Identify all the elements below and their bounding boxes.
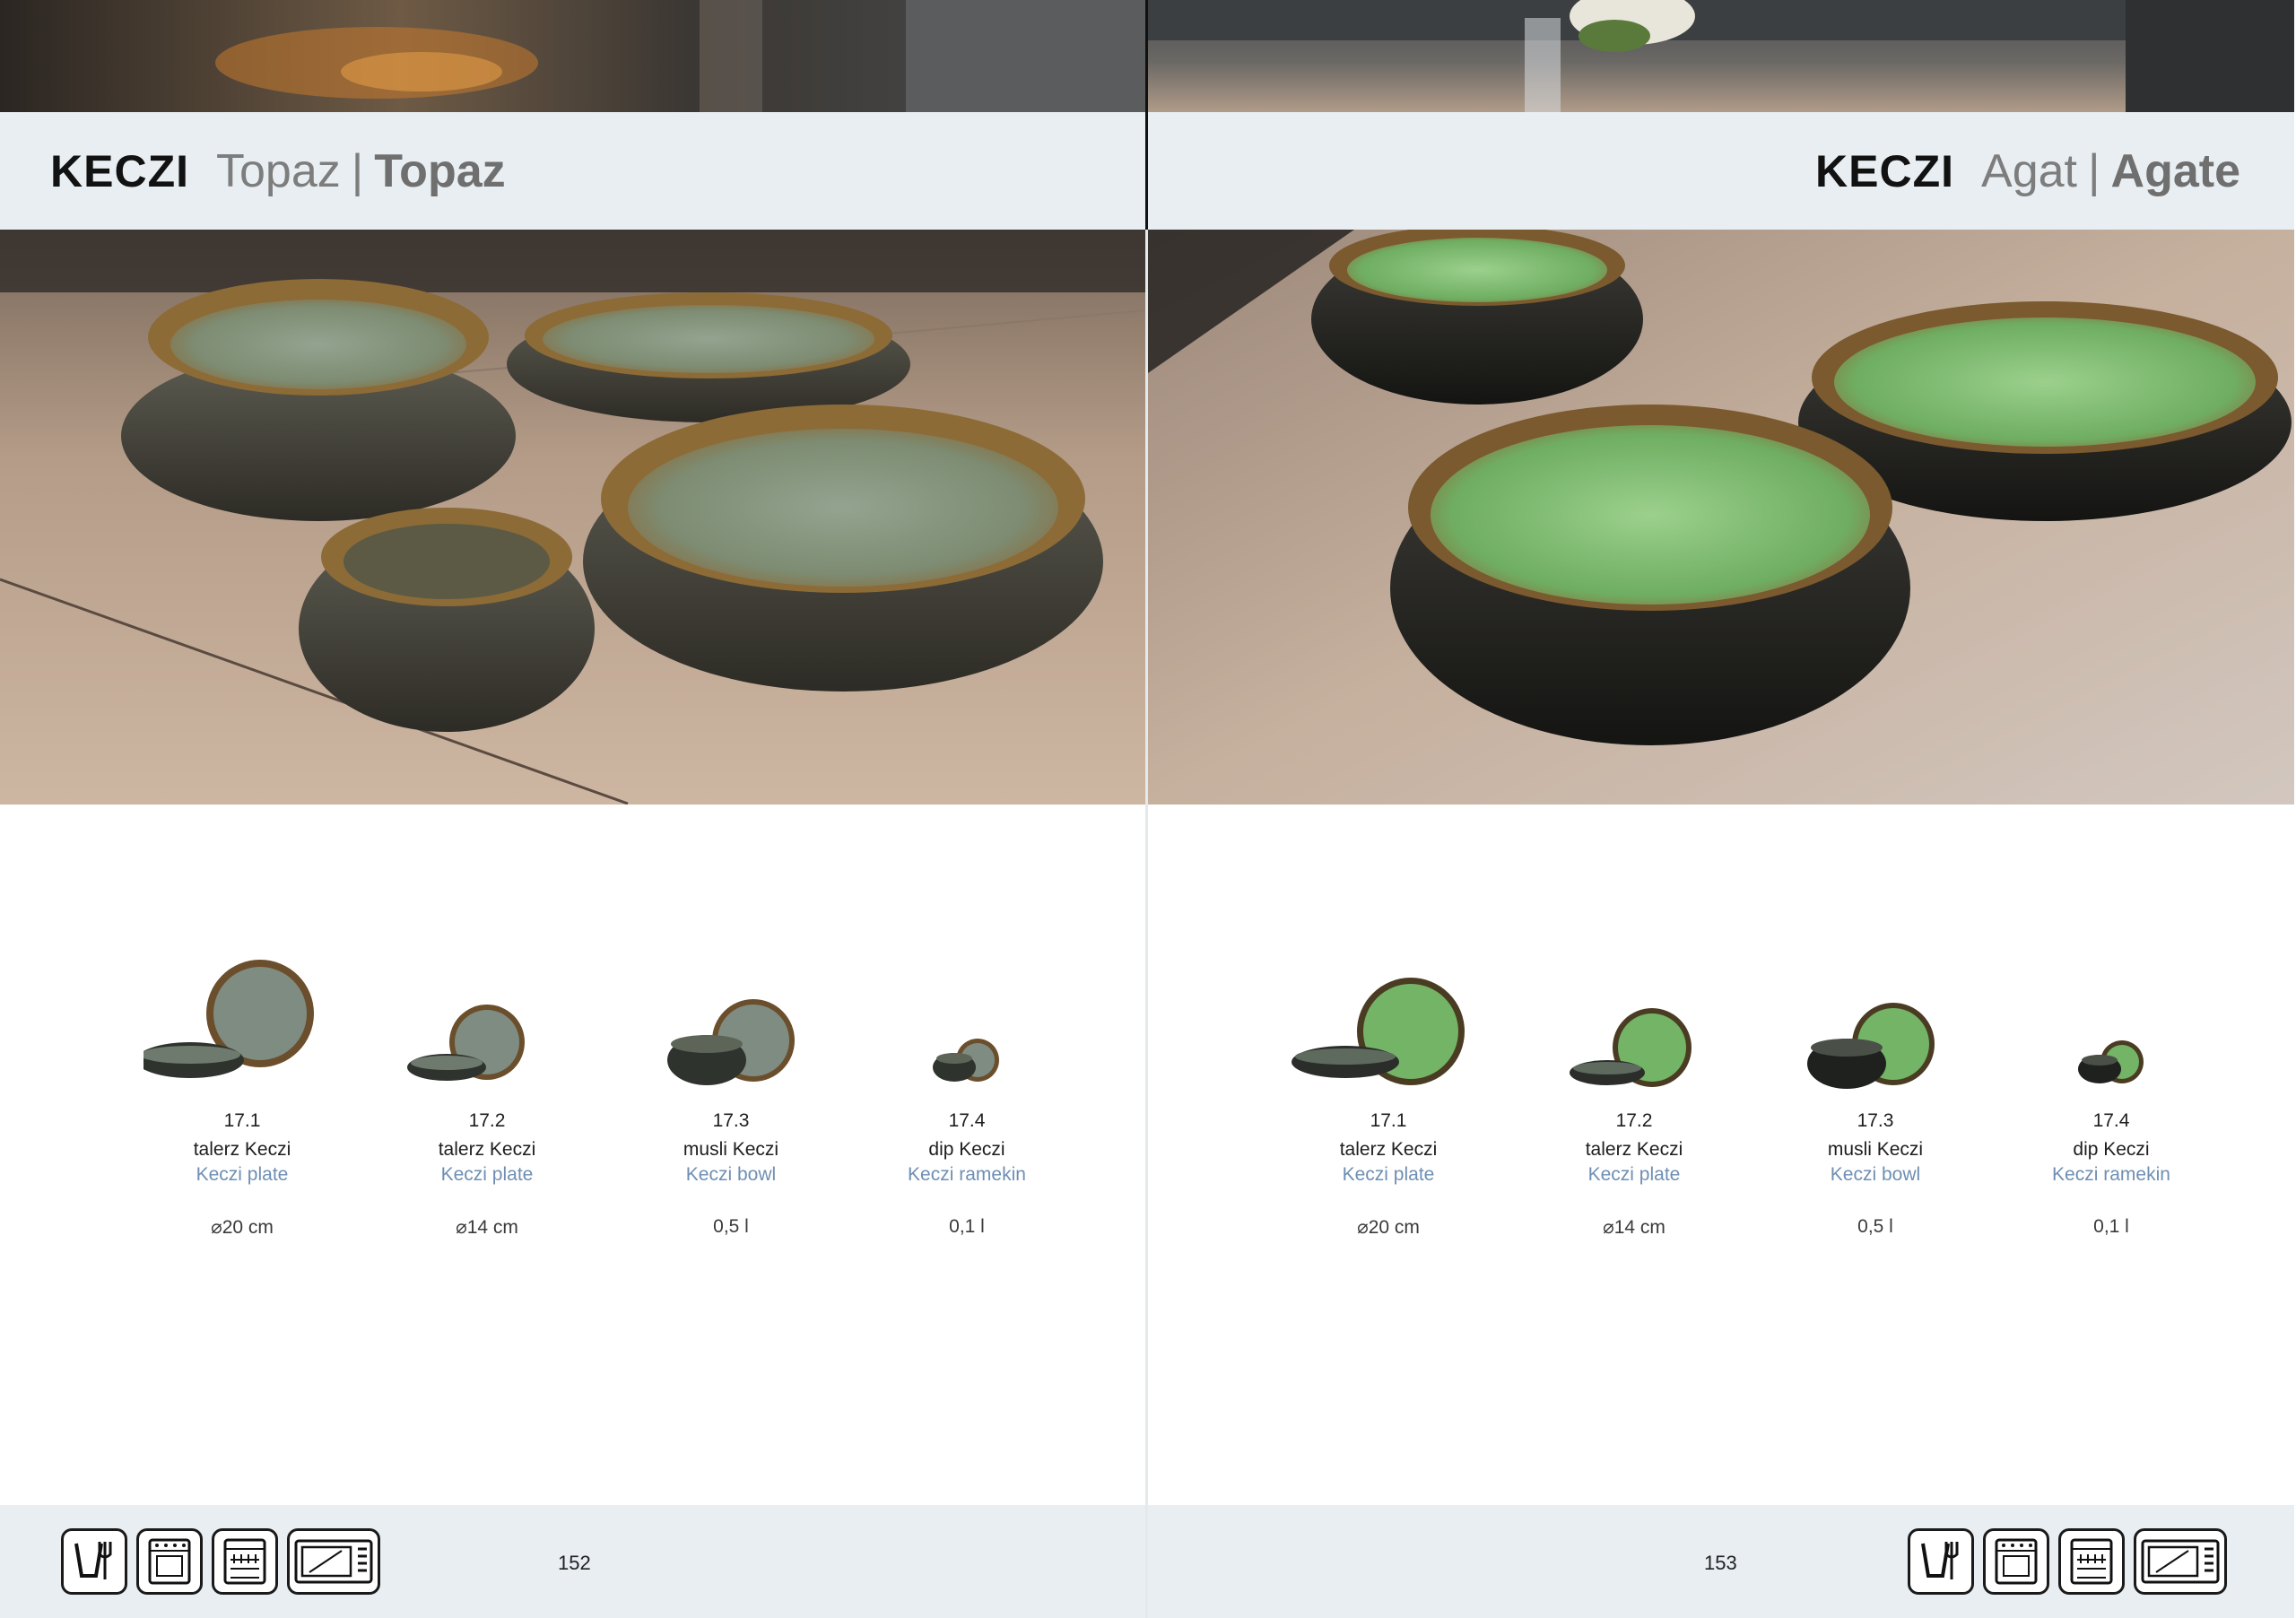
- product-photo-topaz: [0, 230, 1146, 805]
- product-code: 17.2: [1615, 1110, 1653, 1131]
- page-number: 153: [1704, 1552, 1737, 1574]
- microwave-icon: [2134, 1528, 2227, 1595]
- product-name-pl: dip Keczi: [2073, 1139, 2150, 1160]
- product-card[interactable]: 17.3 musli Keczi Keczi bowl 0,5 l: [1777, 951, 1974, 1238]
- product-name-en: Keczi ramekin: [908, 1164, 1026, 1185]
- oven-icon: [136, 1528, 203, 1595]
- color-name-en: Topaz: [374, 144, 506, 197]
- color-name-pl: Topaz: [216, 144, 341, 197]
- product-size: 0,5 l: [1857, 1216, 1893, 1237]
- page-footer: 153: [1148, 1505, 2294, 1618]
- product-name-en: Keczi bowl: [1830, 1164, 1921, 1185]
- brand-name: KECZI: [1815, 145, 1955, 196]
- product-size: ⌀20 cm: [1357, 1217, 1420, 1238]
- product-code: 17.3: [712, 1110, 750, 1131]
- product-name-pl: talerz Keczi: [193, 1139, 291, 1160]
- product-card[interactable]: 17.1 talerz Keczi Keczi plate ⌀20 cm: [136, 951, 341, 1239]
- microwave-icon: [287, 1528, 380, 1595]
- product-code: 17.2: [468, 1110, 506, 1131]
- product-card[interactable]: 17.4 dip Keczi Keczi ramekin 0,1 l: [868, 951, 1065, 1238]
- product-thumbnail: [136, 951, 341, 1103]
- product-photo-agate: [1148, 230, 2294, 805]
- dishwasher-icon: [212, 1528, 278, 1595]
- catalog-page-right: KECZI Agat | Agate 17.1 talerz Keczi Kec…: [1148, 0, 2294, 1618]
- food-safe-icon: [61, 1528, 127, 1595]
- color-name-pl: Agat: [1981, 144, 2077, 197]
- brand-name: KECZI: [50, 145, 189, 196]
- product-list: 17.1 talerz Keczi Keczi plate ⌀20 cm 17.…: [1148, 951, 2294, 1274]
- product-thumbnail: [1290, 951, 1487, 1103]
- product-name-en: Keczi plate: [440, 1164, 534, 1185]
- collection-title: KECZI Topaz | Topaz: [0, 112, 1146, 230]
- header-photo: [1148, 0, 2294, 112]
- product-name-en: Keczi bowl: [685, 1164, 777, 1185]
- product-thumbnail: [632, 951, 830, 1103]
- product-thumbnail: [1535, 951, 1733, 1103]
- product-name-pl: talerz Keczi: [1585, 1139, 1683, 1160]
- product-card[interactable]: 17.1 talerz Keczi Keczi plate ⌀20 cm: [1290, 951, 1487, 1239]
- product-card[interactable]: 17.3 musli Keczi Keczi bowl 0,5 l: [632, 951, 830, 1238]
- product-code: 17.1: [1370, 1110, 1407, 1131]
- page-footer: 152: [0, 1505, 1146, 1618]
- product-name-pl: talerz Keczi: [1339, 1139, 1438, 1160]
- title-separator: |: [2088, 144, 2100, 197]
- food-safe-icon: [1908, 1528, 1974, 1595]
- collection-title: KECZI Agat | Agate: [1148, 112, 2294, 230]
- product-code: 17.3: [1857, 1110, 1894, 1131]
- product-name-pl: musli Keczi: [683, 1139, 779, 1160]
- product-name-pl: musli Keczi: [1827, 1139, 1924, 1160]
- care-icons: [1908, 1528, 2227, 1595]
- product-name-en: Keczi plate: [196, 1164, 289, 1185]
- product-name-en: Keczi plate: [1587, 1164, 1681, 1185]
- product-thumbnail: [1777, 951, 1974, 1103]
- product-size: ⌀14 cm: [1603, 1217, 1665, 1238]
- oven-icon: [1983, 1528, 2049, 1595]
- product-name-en: Keczi plate: [1342, 1164, 1435, 1185]
- product-size: 0,5 l: [713, 1216, 749, 1237]
- product-thumbnail: [868, 951, 1065, 1103]
- product-size: 0,1 l: [2093, 1216, 2129, 1237]
- product-size: ⌀20 cm: [211, 1217, 274, 1238]
- product-code: 17.4: [2092, 1110, 2130, 1131]
- product-code: 17.1: [223, 1110, 261, 1131]
- product-thumbnail: [2013, 951, 2210, 1103]
- header-photo: [0, 0, 1146, 112]
- product-card[interactable]: 17.2 talerz Keczi Keczi plate ⌀14 cm: [388, 951, 586, 1239]
- color-name-en: Agate: [2110, 144, 2240, 197]
- product-name-pl: dip Keczi: [928, 1139, 1005, 1160]
- title-separator: |: [351, 144, 364, 197]
- page-number: 152: [558, 1552, 591, 1574]
- catalog-page-left: KECZI Topaz | Topaz 17.1 talerz Keczi Ke…: [0, 0, 1146, 1618]
- product-size: 0,1 l: [949, 1216, 985, 1237]
- product-card[interactable]: 17.2 talerz Keczi Keczi plate ⌀14 cm: [1535, 951, 1733, 1239]
- product-card[interactable]: 17.4 dip Keczi Keczi ramekin 0,1 l: [2013, 951, 2210, 1238]
- dishwasher-icon: [2058, 1528, 2125, 1595]
- product-name-pl: talerz Keczi: [438, 1139, 536, 1160]
- product-name-en: Keczi ramekin: [2052, 1164, 2170, 1185]
- product-size: ⌀14 cm: [456, 1217, 518, 1238]
- care-icons: [61, 1528, 380, 1595]
- product-list: 17.1 talerz Keczi Keczi plate ⌀20 cm 17.…: [0, 951, 1146, 1274]
- product-code: 17.4: [948, 1110, 986, 1131]
- product-thumbnail: [388, 951, 586, 1103]
